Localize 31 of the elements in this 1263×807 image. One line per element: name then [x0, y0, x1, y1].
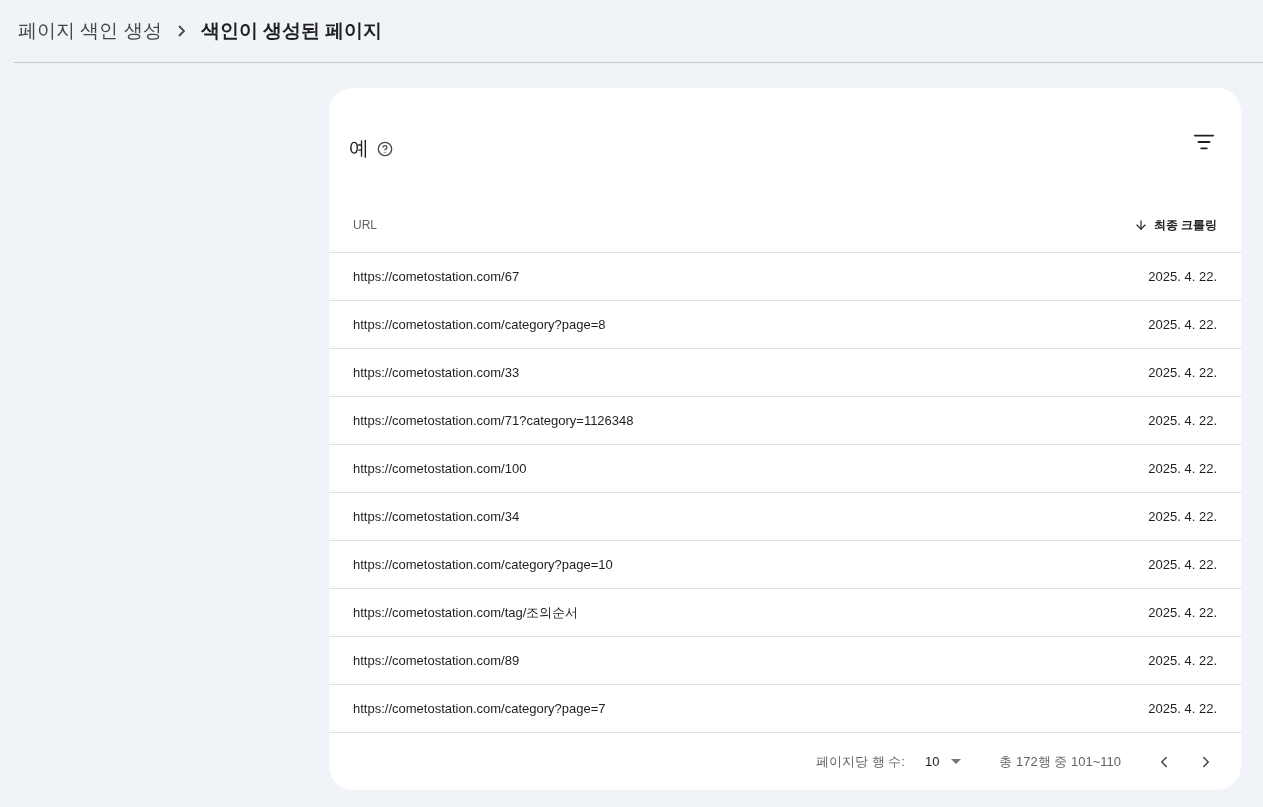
url-cell-text: https://cometostation.com/tag/조의순서	[353, 603, 579, 622]
url-cell-text: https://cometostation.com/100	[353, 459, 527, 478]
url-cell-text: https://cometostation.com/category?page=7	[353, 699, 606, 718]
breadcrumb-item: 색인이 생성된 페이지	[200, 18, 383, 43]
date-cell-text: 2025. 4. 22.	[1148, 651, 1217, 670]
breadcrumb-item[interactable]: 페이지 색인 생성	[18, 16, 162, 46]
page-range: 총 172행 중 101~110	[999, 752, 1121, 771]
url-cell-text: https://cometostation.com/category?page=8	[353, 315, 606, 334]
column-header[interactable]: URL	[353, 215, 377, 234]
date-cell-text: 2025. 4. 22.	[1148, 555, 1217, 574]
url-cell-text: https://cometostation.com/71?category=1126348	[353, 411, 634, 430]
date-cell-text: 2025. 4. 22.	[1148, 411, 1217, 430]
date-cell-text: 2025. 4. 22.	[1148, 267, 1217, 286]
url-cell-text: https://cometostation.com/67	[353, 267, 520, 286]
help-icon[interactable]	[377, 141, 393, 157]
date-cell-text: 2025. 4. 22.	[1148, 363, 1217, 382]
card-title: 예	[349, 136, 369, 161]
url-cell-text: https://cometostation.com/34	[353, 507, 520, 526]
dropdown-arrow-icon	[951, 759, 962, 764]
date-cell-text: 2025. 4. 22.	[1148, 459, 1217, 478]
chevron-right-icon	[177, 25, 185, 37]
rows-per-page-label: 페이지당 행 수:	[816, 752, 905, 771]
date-cell-text: 2025. 4. 22.	[1148, 315, 1217, 334]
rows-per-page-select[interactable]: 10	[925, 751, 962, 772]
url-cell-text: https://cometostation.com/89	[353, 651, 520, 670]
url-cell-text: https://cometostation.com/33	[353, 363, 520, 382]
date-cell-text: 2025. 4. 22.	[1148, 603, 1217, 622]
date-cell-text: 2025. 4. 22.	[1148, 699, 1217, 718]
column-header[interactable]: 최종 크롤링	[1153, 215, 1217, 234]
url-cell-text: https://cometostation.com/category?page=10	[353, 555, 613, 574]
date-cell-text: 2025. 4. 22.	[1148, 507, 1217, 526]
